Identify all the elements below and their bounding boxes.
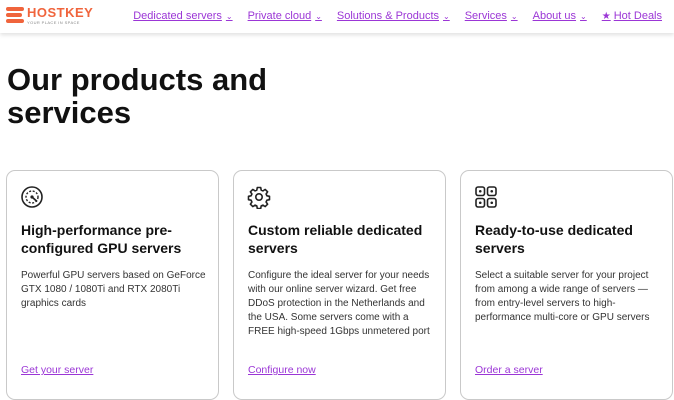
order-a-server-link[interactable]: Order a server <box>475 364 543 376</box>
card-title: High-performance pre-configured GPU serv… <box>21 222 182 256</box>
gauge-icon <box>21 186 43 208</box>
nav-dedicated-servers[interactable]: Dedicated servers ⌄ <box>133 10 232 22</box>
card-description: Configure the ideal server for your need… <box>248 270 430 337</box>
grid-icon <box>475 186 497 208</box>
product-card-custom: Custom reliable dedicated servers Config… <box>233 170 446 400</box>
nav-label: Hot Deals <box>613 10 662 22</box>
page-title: Our products and services <box>7 62 268 130</box>
gear-icon <box>247 186 271 209</box>
nav-label: Services <box>464 10 507 22</box>
chevron-down-icon: ⌄ <box>510 11 518 21</box>
product-card-ready: Ready-to-use dedicated servers Select a … <box>460 170 673 400</box>
card-description: Select a suitable server for your projec… <box>475 270 650 323</box>
nav-private-cloud[interactable]: Private cloud ⌄ <box>248 10 322 22</box>
main-nav: Dedicated servers ⌄ Private cloud ⌄ Solu… <box>118 10 662 22</box>
nav-solutions-products[interactable]: Solutions & Products ⌄ <box>337 10 450 22</box>
chevron-down-icon: ⌄ <box>443 11 450 21</box>
nav-label: About us <box>532 10 577 22</box>
product-card-gpu: High-performance pre-configured GPU serv… <box>6 170 219 400</box>
nav-label: Dedicated servers <box>133 10 222 22</box>
nav-hot-deals[interactable]: ★ Hot Deals <box>602 10 662 22</box>
chevron-down-icon: ⌄ <box>225 11 233 21</box>
configure-now-link[interactable]: Configure now <box>248 364 316 376</box>
chevron-down-icon: ⌄ <box>315 11 322 21</box>
chevron-down-icon: ⌄ <box>580 11 587 21</box>
logo[interactable]: HOSTKEY Your place in space <box>6 6 93 25</box>
logo-name: HOSTKEY <box>27 5 94 20</box>
card-title: Ready-to-use dedicated servers <box>475 222 633 256</box>
site-header: HOSTKEY Your place in space Dedicated se… <box>0 0 674 33</box>
card-description: Powerful GPU servers based on GeForce GT… <box>21 270 206 309</box>
nav-label: Solutions & Products <box>336 10 440 22</box>
star-icon: ★ <box>601 10 611 22</box>
logo-mark-icon <box>6 7 24 24</box>
card-title: Custom reliable dedicated servers <box>248 222 423 256</box>
nav-label: Private cloud <box>247 10 312 22</box>
nav-services[interactable]: Services ⌄ <box>465 10 518 22</box>
get-your-server-link[interactable]: Get your server <box>21 364 93 376</box>
logo-tagline: Your place in space <box>27 20 80 25</box>
nav-about-us[interactable]: About us ⌄ <box>533 10 587 22</box>
